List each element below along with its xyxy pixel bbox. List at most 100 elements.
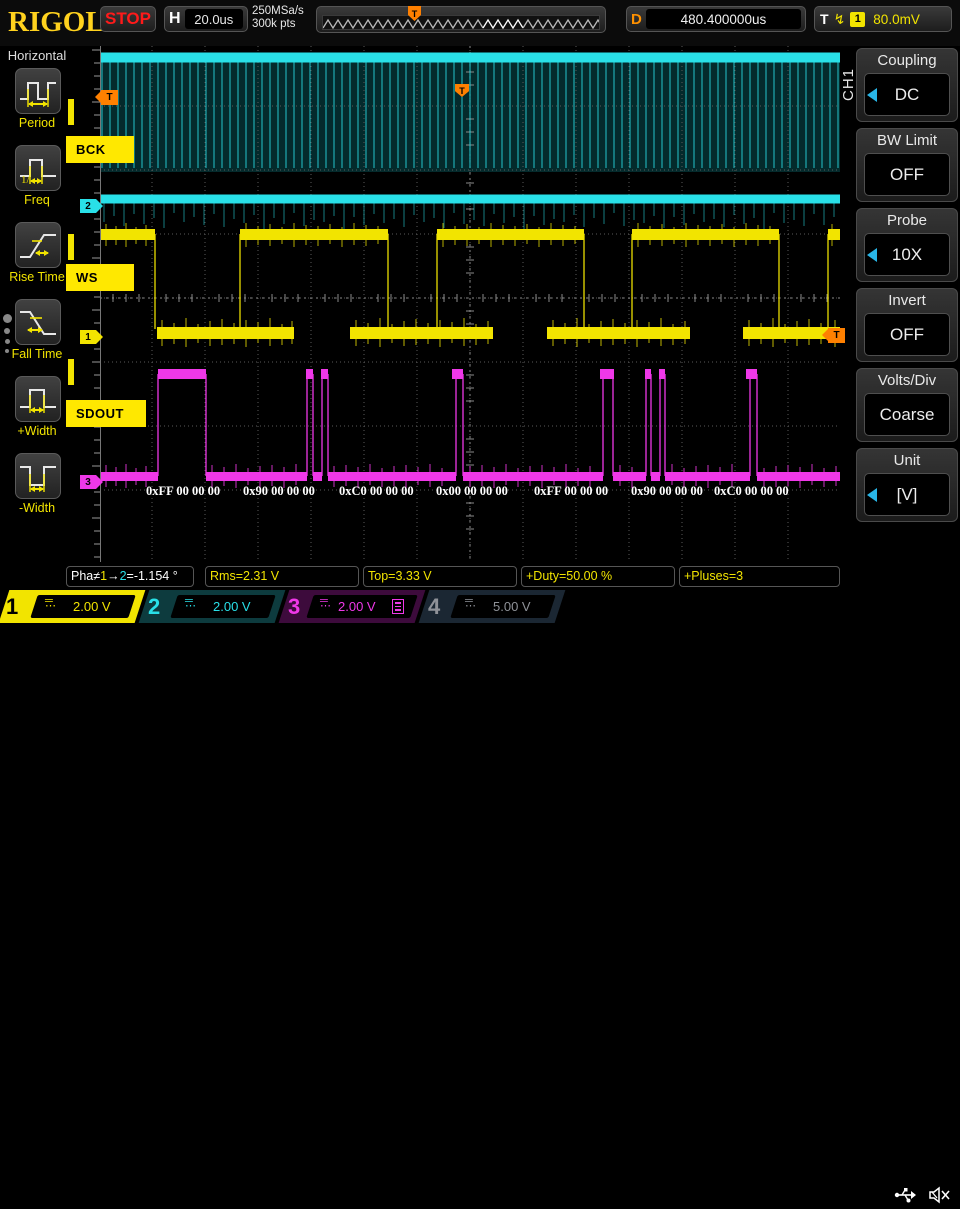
fall-time-icon: [15, 299, 61, 345]
sidebar-item-label: -Width: [18, 501, 56, 515]
annotation-ws: WS: [66, 264, 134, 291]
trigger-time-marker[interactable]: T: [101, 90, 118, 105]
waveform-sdout-edges: [157, 374, 758, 476]
channel-marker-3[interactable]: 3: [80, 475, 96, 489]
decode-label: 0xFF 00 00 00: [146, 484, 221, 498]
waveform-canvas[interactable]: 0xFF 00 00 00 0x90 00 00 00 0xC0 00 00 0…: [100, 46, 840, 562]
memory-overview-bar[interactable]: T: [316, 6, 606, 33]
menu-group-volts-div[interactable]: Volts/Div Coarse: [856, 368, 958, 442]
menu-group-invert[interactable]: Invert OFF: [856, 288, 958, 362]
dc-coupling-icon: ═ ⋯: [320, 595, 331, 612]
memory-depth-value: 300k pts: [252, 18, 296, 30]
decode-label: 0xC0 00 00 00: [339, 484, 414, 498]
decode-label: 0xC0 00 00 00: [714, 484, 789, 498]
horizontal-label: H: [169, 10, 181, 27]
measurement-duty[interactable]: +Duty=50.00 %: [521, 566, 675, 587]
speaker-muted-icon[interactable]: [928, 1186, 952, 1209]
delay-value: 480.400000us: [645, 9, 801, 29]
sample-rate-value: 250MSa/s: [252, 5, 304, 17]
period-icon: [15, 68, 61, 114]
decode-label: 0xFF 00 00 00: [534, 484, 609, 498]
positive-width-icon: [15, 376, 61, 422]
trigger-box[interactable]: T ↯ 1 80.0mV: [814, 6, 952, 32]
sidebar-item-period[interactable]: Period: [0, 66, 74, 143]
left-arrow-icon: [867, 488, 877, 502]
rigol-logo: RIGOL: [8, 6, 105, 38]
top-status-bar: RIGOL STOP H 20.0us 250MSa/s 300k pts T …: [0, 0, 960, 46]
left-measure-sidebar: Horizontal Period 1/ Freq Rise Time Fall…: [0, 46, 74, 576]
channel-volts-div: 2.00 V: [338, 599, 376, 614]
waveform-ws-edges: [154, 234, 829, 329]
frequency-icon: 1/: [15, 145, 61, 191]
sidebar-header: Horizontal: [7, 48, 67, 63]
sidebar-scroll-indicator: [3, 314, 12, 358]
trigger-time-marker-arrow: [95, 90, 102, 104]
decode-badge-icon: [392, 599, 404, 614]
sidebar-item-rise-time[interactable]: Rise Time: [0, 220, 74, 297]
channel-number: 4: [428, 594, 441, 619]
rising-edge-icon: ↯: [833, 10, 846, 27]
channel-menu-sidebar: CH1 Coupling DC BW Limit OFF Probe 10X I…: [840, 46, 960, 576]
channel-volts-div: 2.00 V: [213, 599, 251, 614]
sidebar-item-label: Period: [18, 116, 56, 130]
measurement-top[interactable]: Top=3.33 V: [363, 566, 517, 587]
channel-marker-1[interactable]: 1: [80, 330, 96, 344]
measurement-rms[interactable]: Rms=2.31 V: [205, 566, 359, 587]
waveform-trace-ch1: [157, 327, 840, 339]
channel-indicator-1[interactable]: 1 ═ ⋯ 2.00 V: [0, 590, 146, 623]
measurement-pulses[interactable]: +Pluses=3: [679, 566, 840, 587]
menu-group-title: Volts/Div: [877, 372, 937, 389]
status-icons: [894, 1186, 952, 1209]
channel-marker-3-arrow: [96, 475, 103, 489]
dc-coupling-icon: ═ ⋯: [45, 595, 56, 612]
menu-group-value[interactable]: OFF: [864, 153, 950, 196]
sidebar-item-freq[interactable]: 1/ Freq: [0, 143, 74, 220]
negative-width-icon: [15, 453, 61, 499]
menu-group-title: Coupling: [877, 52, 937, 69]
menu-group-unit[interactable]: Unit [V]: [856, 448, 958, 522]
menu-group-bw-limit[interactable]: BW Limit OFF: [856, 128, 958, 202]
menu-group-title: Invert: [888, 292, 926, 309]
menu-group-title: Probe: [886, 212, 928, 229]
sidebar-item-label: Rise Time: [9, 270, 65, 284]
waveform-trace-sdout-highs: [158, 369, 757, 379]
channel-indicator-2[interactable]: 2 ═ ⋯ 2.00 V: [138, 590, 286, 623]
svg-text:1/: 1/: [21, 174, 31, 186]
waveform-area[interactable]: 0xFF 00 00 00 0x90 00 00 00 0xC0 00 00 0…: [74, 46, 840, 562]
memory-waveform-strip: [322, 15, 600, 30]
channel-indicator-4[interactable]: 4 ═ ⋯ 5.00 V: [418, 590, 566, 623]
horizontal-scale-value: 20.0us: [184, 9, 243, 29]
channel-volts-div: 5.00 V: [493, 599, 531, 614]
memory-wave-svg: [323, 18, 599, 29]
left-arrow-icon: [867, 88, 877, 102]
menu-group-value[interactable]: Coarse: [864, 393, 950, 436]
menu-group-coupling[interactable]: Coupling DC: [856, 48, 958, 122]
trigger-label: T: [820, 11, 829, 27]
channel-number: 1: [6, 594, 19, 619]
annotation-sdout: SDOUT: [66, 400, 146, 427]
menu-group-probe[interactable]: Probe 10X: [856, 208, 958, 282]
waveform-trace-ws: [100, 229, 840, 240]
sidebar-item-positive-width[interactable]: +Width: [0, 374, 74, 451]
delay-box[interactable]: D 480.400000us: [626, 6, 806, 32]
menu-group-value[interactable]: OFF: [864, 313, 950, 356]
channel-marker-2[interactable]: 2: [80, 199, 96, 213]
decode-label: 0x90 00 00 00: [243, 484, 315, 498]
channel-indicator-3[interactable]: 3 ═ ⋯ 2.00 V: [278, 590, 426, 623]
sidebar-item-negative-width[interactable]: -Width: [0, 451, 74, 528]
run-stop-button[interactable]: STOP: [100, 6, 156, 32]
channel-volts-div: 2.00 V: [73, 599, 111, 614]
channel-marker-1-arrow: [96, 330, 103, 344]
menu-group-title: Unit: [893, 452, 921, 469]
trigger-level-marker[interactable]: T: [828, 328, 845, 343]
decode-label: 0x90 00 00 00: [631, 484, 703, 498]
trigger-level-value: 80.0mV: [873, 11, 920, 27]
horizontal-scale-box[interactable]: H 20.0us: [164, 6, 248, 32]
menu-group-title: BW Limit: [877, 132, 937, 149]
measurement-phase[interactable]: Pha≠1→2=-1.154 °: [66, 566, 194, 587]
left-arrow-icon: [867, 248, 877, 262]
channel-status-bar: 1 ═ ⋯ 2.00 V 2 ═ ⋯ 2.00 V 3 ═ ⋯ 2.00 V 4 ═ ⋯…: [0, 590, 960, 1204]
dc-coupling-icon: ═ ⋯: [465, 595, 476, 612]
measurement-bar: Pha≠1→2=-1.154 ° Rms=2.31 V Top=3.33 V +…: [66, 566, 840, 588]
rise-time-icon: [15, 222, 61, 268]
